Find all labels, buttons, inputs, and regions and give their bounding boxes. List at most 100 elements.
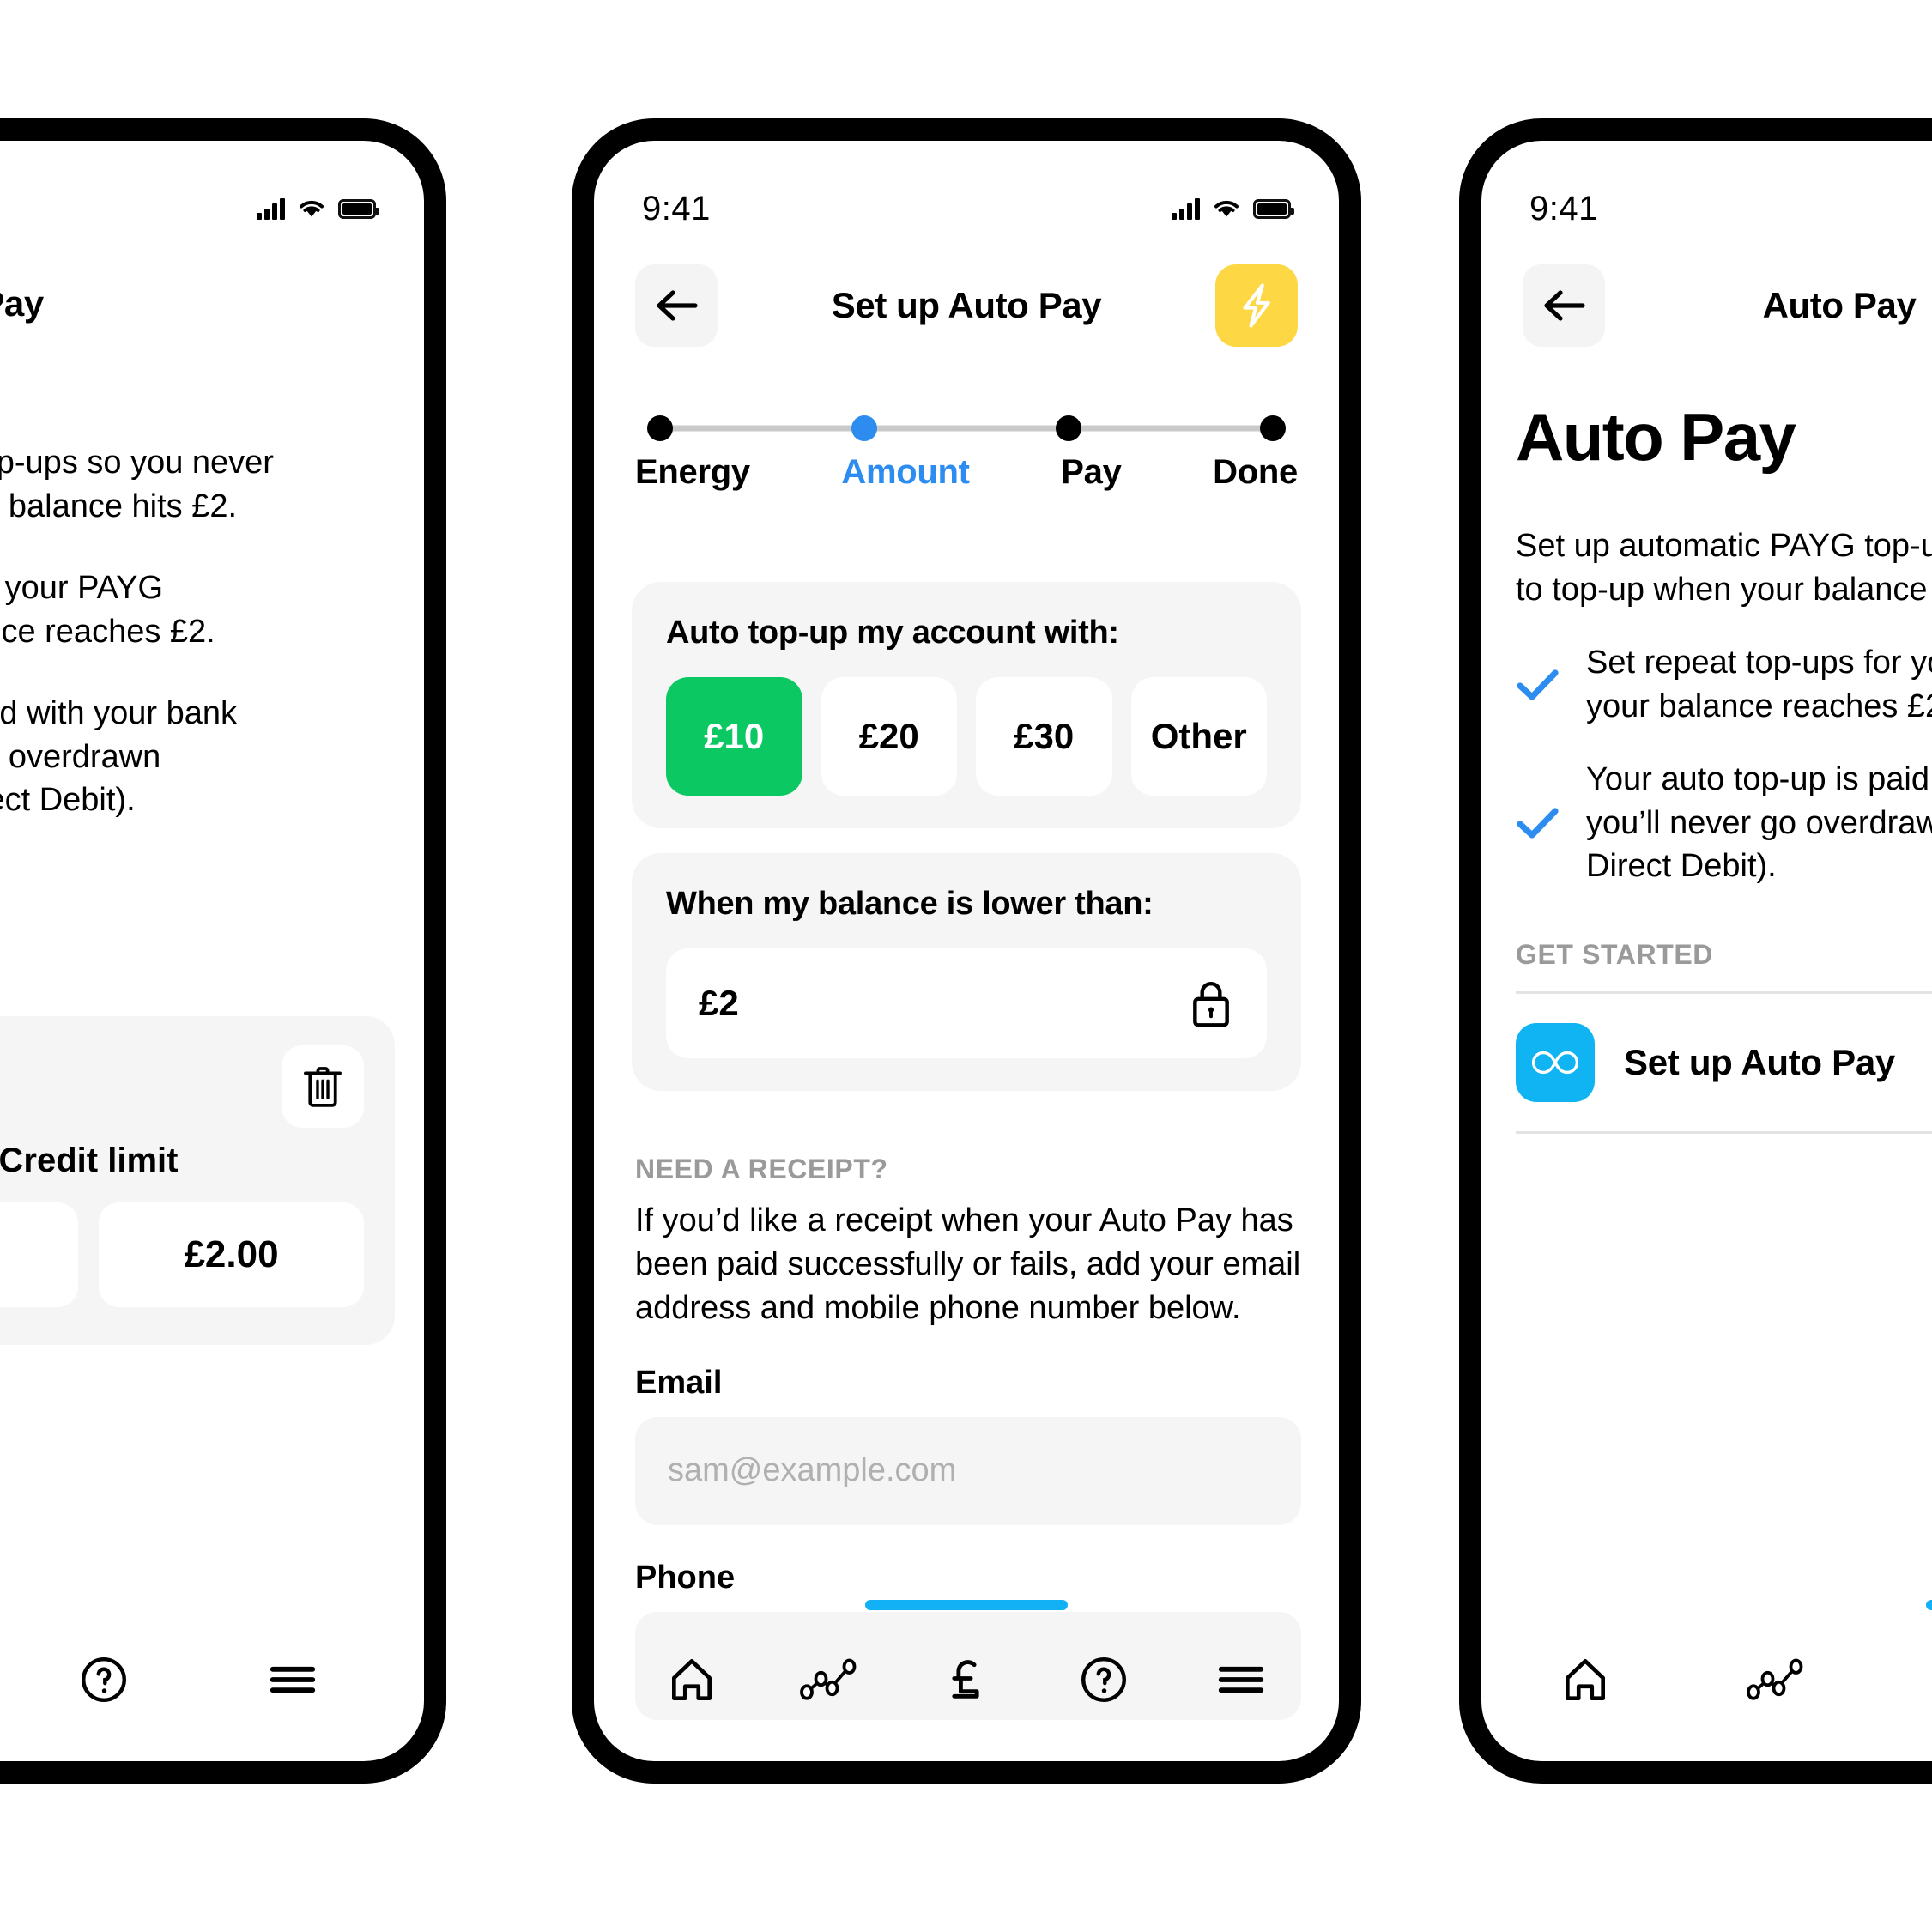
phone-right: 9:41 Auto Pay Auto Pay Set up automatic … — [1459, 118, 1932, 1784]
step-dot-amount[interactable] — [851, 415, 877, 441]
intro-section: Auto Pay Set up automatic PAYG top-ups s… — [1516, 398, 1932, 888]
email-input[interactable]: sam@example.com — [635, 1416, 1301, 1525]
nav-bar: Auto Pay — [1481, 254, 1932, 357]
page-heading: Auto Pay — [1516, 399, 1796, 475]
intro-paragraph: Set up automatic PAYG top-ups so you nev… — [1516, 528, 1932, 608]
tab-menu[interactable] — [1202, 1641, 1280, 1718]
wifi-icon — [300, 200, 324, 217]
help-circle-icon — [82, 1657, 126, 1702]
amount-option-10[interactable]: £10 — [666, 677, 802, 796]
credit-limit-value-field[interactable]: £2.00 — [99, 1202, 364, 1307]
step-dot-pay[interactable] — [1056, 415, 1081, 441]
phone-left: Auto Pay c PAYG top-ups so you never whe… — [0, 118, 446, 1784]
wifi-icon — [1214, 200, 1239, 217]
menu-icon — [1218, 1666, 1264, 1693]
intro-line-1: c PAYG top-ups so you never — [0, 445, 274, 481]
benefit-text: Set repeat top-ups for your PAYG meter w… — [1586, 644, 1932, 724]
topup-amount-card: Auto top-up my account with: £10 £20 £30… — [632, 582, 1301, 828]
balance-threshold-title: When my balance is lower than: — [666, 886, 1154, 922]
check-icon — [1517, 669, 1559, 700]
tab-help[interactable] — [1065, 1641, 1142, 1718]
status-bar: 9:41 — [1481, 141, 1932, 244]
boost-button[interactable] — [1215, 264, 1298, 347]
lock-icon — [1193, 982, 1229, 1027]
list-item-label: Set up Auto Pay — [1624, 1042, 1895, 1082]
home-icon — [672, 1658, 712, 1701]
tab-bar — [594, 1598, 1339, 1761]
back-button[interactable] — [635, 264, 718, 347]
balance-threshold-field[interactable]: £2 — [666, 948, 1267, 1058]
receipt-body: If you’d like a receipt when your Auto P… — [635, 1202, 1301, 1326]
phone-left-screen: Auto Pay c PAYG top-ups so you never whe… — [0, 141, 424, 1761]
balance-threshold-card: When my balance is lower than: £2 — [632, 853, 1301, 1091]
tab-menu[interactable] — [254, 1641, 331, 1718]
intro-line-2: when your balance hits £2. — [0, 488, 238, 524]
get-started-section: GET STARTED Set up Auto Pay — [1516, 939, 1932, 1134]
step-dot-done[interactable] — [1260, 415, 1286, 441]
cellular-signal-icon — [257, 197, 285, 220]
benefit-item: Your auto top-up is paid with your bank … — [1516, 758, 1932, 889]
help-circle-icon — [1081, 1657, 1126, 1702]
arrow-left-icon — [1544, 290, 1585, 321]
topup-amount-options: £10 £20 £30 Other — [666, 677, 1267, 796]
section-label: GET STARTED — [1516, 939, 1714, 970]
status-icons — [1172, 197, 1294, 220]
screenshot-canvas: Auto Pay c PAYG top-ups so you never whe… — [0, 0, 1932, 1932]
tab-bar — [0, 1598, 424, 1761]
divider — [1516, 1131, 1932, 1134]
infinity-icon-tile — [1516, 1023, 1595, 1102]
page-title: Set up Auto Pay — [831, 285, 1102, 325]
benefit-2-line-2: ll never go overdrawn — [0, 738, 161, 775]
step-label-pay: Pay — [1061, 453, 1122, 491]
lightning-bolt-icon — [1243, 283, 1270, 328]
pound-icon — [952, 1660, 979, 1699]
phone-label: Phone — [635, 1559, 736, 1596]
phone-middle-screen: 9:41 Set up Auto Pay Energy Amount Pay D… — [594, 141, 1339, 1761]
status-clock: 9:41 — [1529, 189, 1598, 227]
usage-chart-icon — [800, 1658, 857, 1700]
email-label: Email — [635, 1364, 723, 1401]
credit-limit-fields: £2.00 — [0, 1202, 364, 1307]
receipt-eyebrow: NEED A RECEIPT? — [635, 1154, 888, 1184]
step-dot-energy[interactable] — [647, 415, 673, 441]
usage-chart-icon — [1747, 1658, 1803, 1700]
tab-home[interactable] — [1547, 1641, 1624, 1718]
tab-help[interactable] — [65, 1641, 142, 1718]
benefit-text: Your auto top-up is paid with your bank … — [1586, 760, 1932, 885]
back-button[interactable] — [1523, 264, 1605, 347]
step-label-energy: Energy — [635, 453, 750, 491]
step-label-amount: Amount — [841, 453, 970, 491]
battery-icon — [1253, 198, 1294, 219]
arrow-left-icon — [657, 290, 698, 321]
list-item-setup-auto-pay[interactable]: Set up Auto Pay — [1516, 994, 1932, 1131]
step-label-done: Done — [1213, 453, 1298, 491]
stepper-track — [635, 415, 1298, 441]
benefit-item: Set repeat top-ups for your PAYG meter w… — [1516, 641, 1932, 729]
nav-bar: Auto Pay — [0, 252, 424, 355]
phone-middle: 9:41 Set up Auto Pay Energy Amount Pay D… — [572, 118, 1361, 1784]
amount-option-other[interactable]: Other — [1130, 677, 1267, 796]
phone-right-screen: 9:41 Auto Pay Auto Pay Set up automatic … — [1481, 141, 1932, 1761]
benefit-2-line-3: (like a Direct Debit). — [0, 782, 136, 819]
tab-home[interactable] — [653, 1641, 730, 1718]
amount-option-30[interactable]: £30 — [976, 677, 1112, 796]
topup-amount-title: Auto top-up my account with: — [666, 615, 1119, 651]
credit-limit-label: Credit limit — [0, 1142, 179, 1179]
progress-stepper: Energy Amount Pay Done — [594, 415, 1339, 492]
credit-limit-left-field[interactable] — [0, 1202, 78, 1307]
page-title: Auto Pay — [1762, 285, 1917, 325]
tab-pound[interactable] — [928, 1641, 1005, 1718]
trash-icon — [304, 1067, 342, 1107]
delete-button[interactable] — [282, 1045, 364, 1128]
nav-bar: Set up Auto Pay — [594, 254, 1339, 357]
tab-pound[interactable] — [1928, 1641, 1932, 1718]
status-bar — [0, 141, 424, 244]
balance-threshold-value: £2 — [699, 983, 739, 1023]
amount-option-20[interactable]: £20 — [821, 677, 957, 796]
status-bar: 9:41 — [594, 141, 1339, 244]
cellular-signal-icon — [1172, 197, 1200, 220]
tab-usage[interactable] — [1737, 1641, 1814, 1718]
menu-icon — [270, 1666, 316, 1693]
tab-bar — [1481, 1598, 1932, 1761]
tab-usage[interactable] — [790, 1641, 868, 1718]
